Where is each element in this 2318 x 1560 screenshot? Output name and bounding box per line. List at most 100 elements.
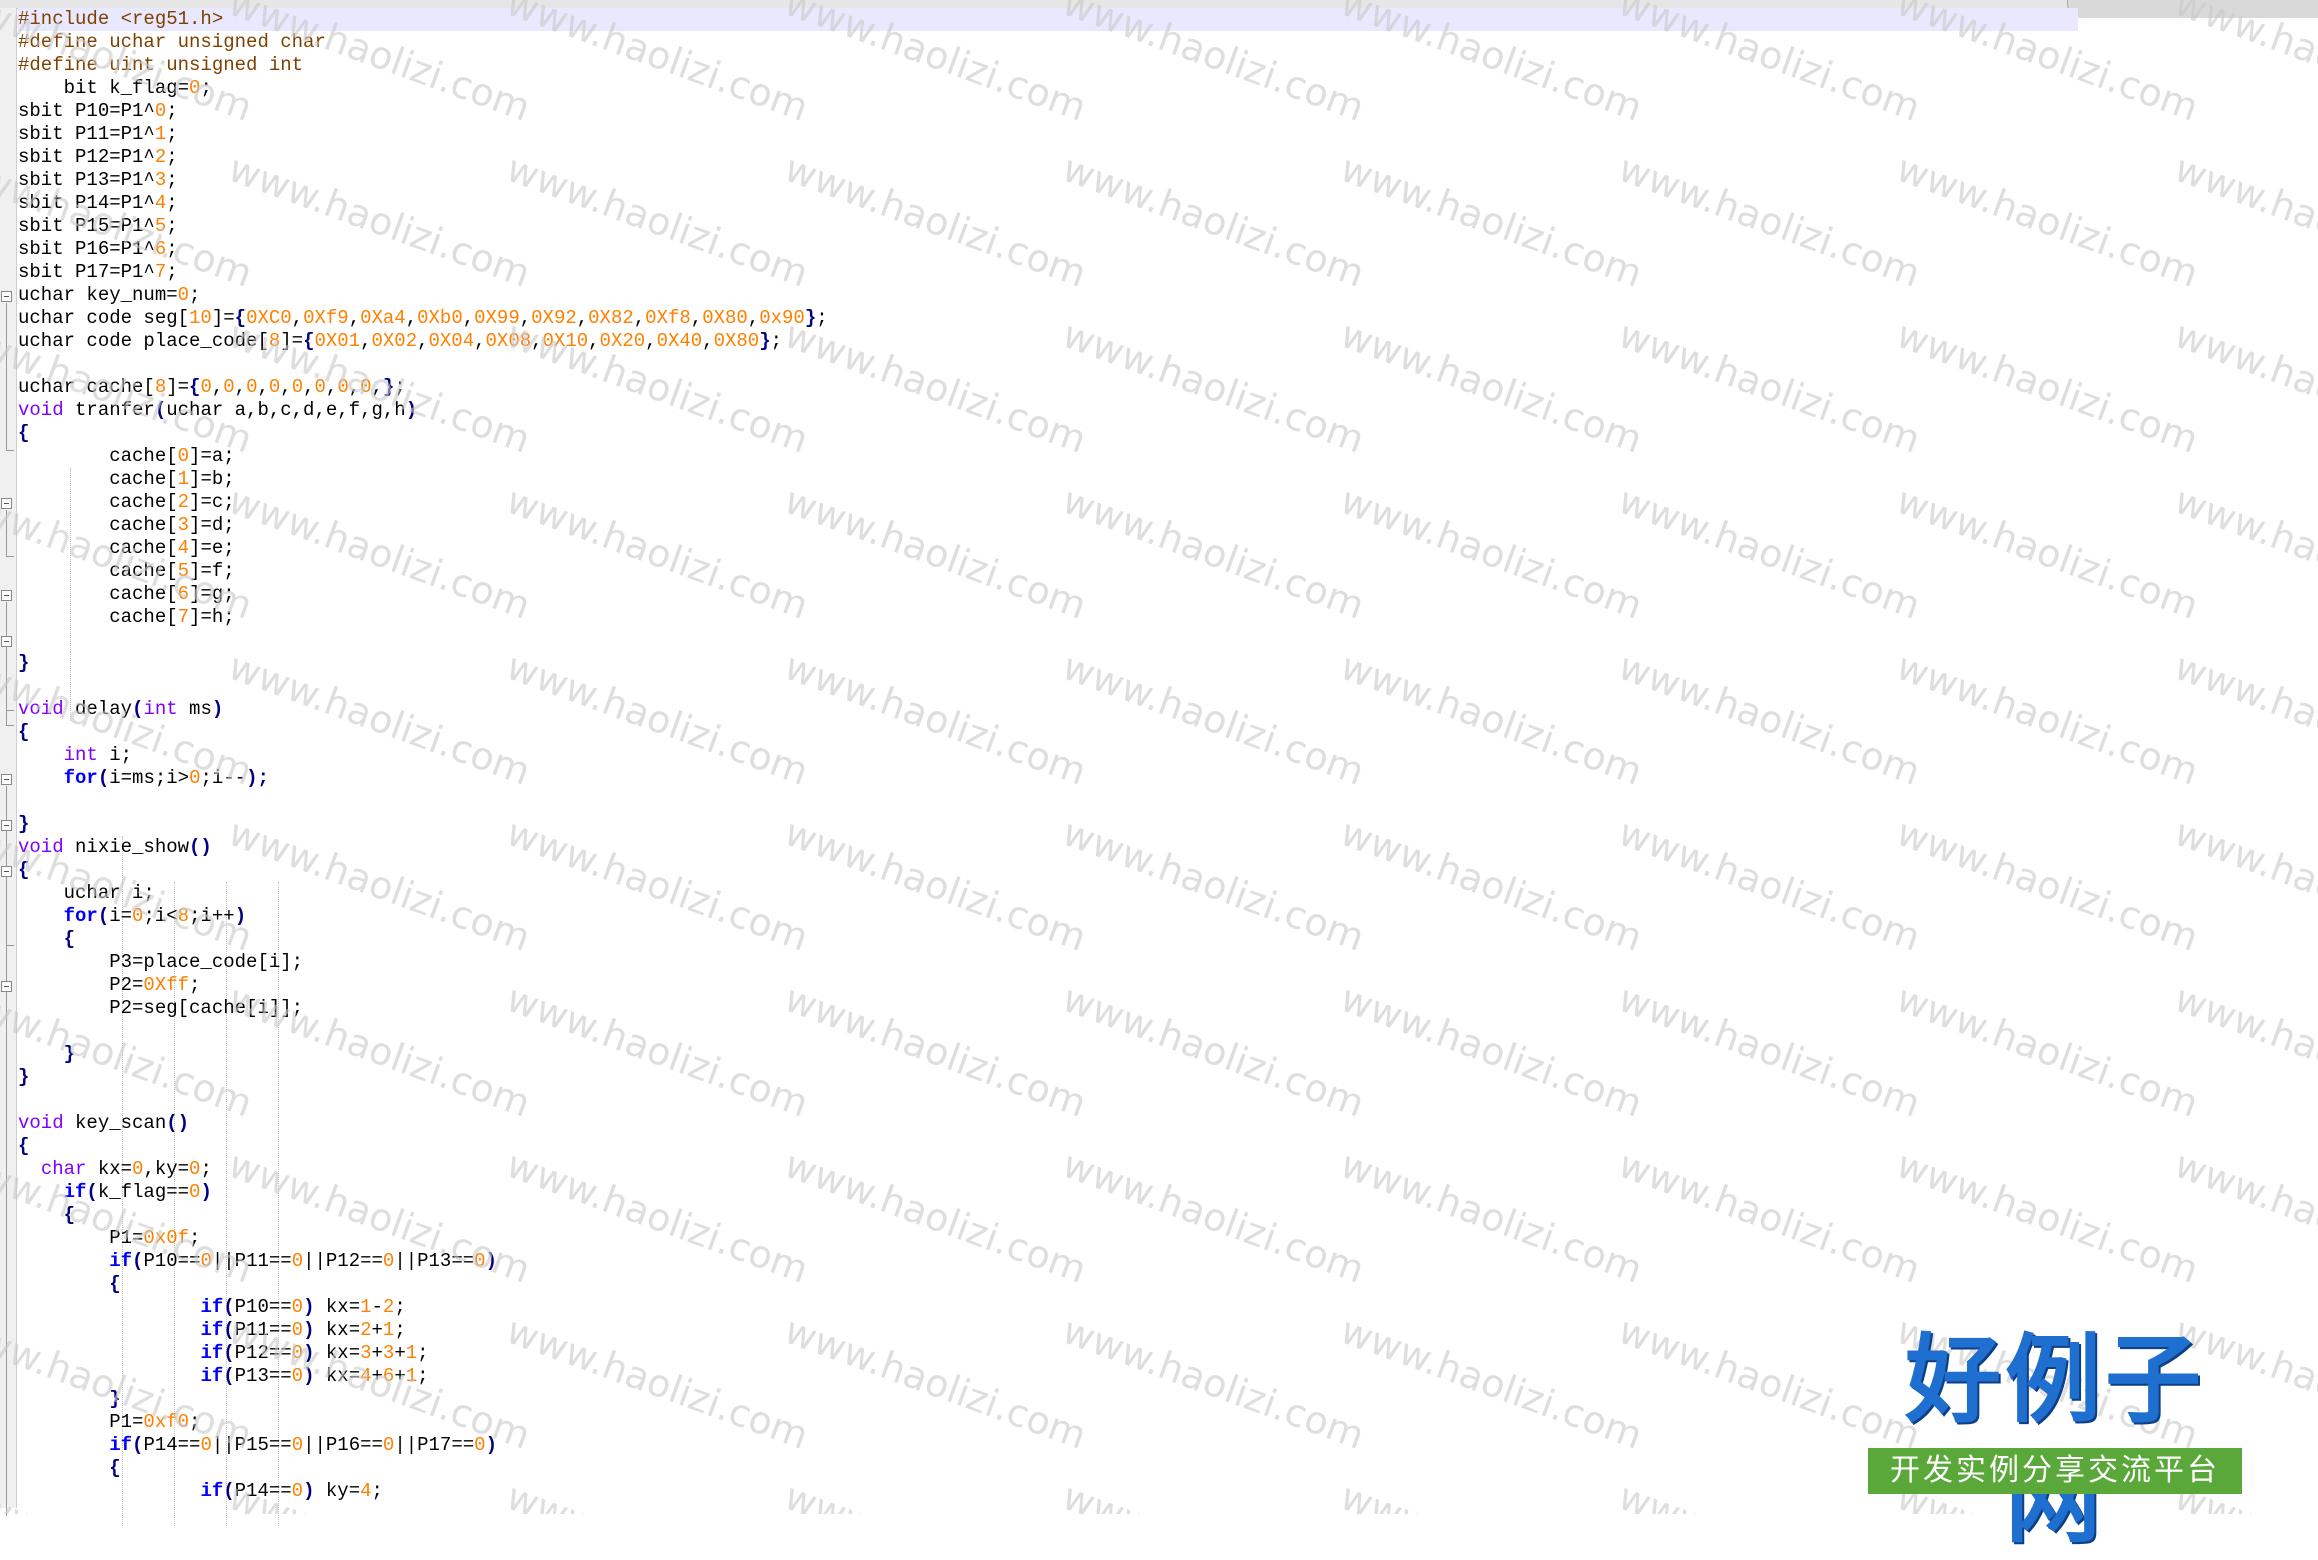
- code-token: 0: [200, 1250, 212, 1272]
- code-token: kx=: [314, 1296, 361, 1318]
- code-token: for: [63, 767, 98, 789]
- code-line[interactable]: }: [18, 652, 828, 675]
- code-line[interactable]: bit k_flag=0;: [18, 77, 828, 100]
- code-line[interactable]: if(P10==0||P11==0||P12==0||P13==0): [18, 1250, 828, 1273]
- code-token: 0: [291, 1365, 304, 1387]
- code-line[interactable]: if(k_flag==0): [18, 1181, 828, 1204]
- code-token: }: [18, 813, 30, 835]
- code-token: ;: [189, 1227, 201, 1249]
- code-line[interactable]: {: [18, 1135, 828, 1158]
- code-line[interactable]: uchar i;: [18, 882, 828, 905]
- code-token: ;: [166, 192, 178, 214]
- code-line[interactable]: P1=0x0f;: [18, 1227, 828, 1250]
- code-line[interactable]: {: [18, 721, 828, 744]
- code-token: +: [394, 1365, 406, 1387]
- code-line[interactable]: if(P10==0) kx=1-2;: [18, 1296, 828, 1319]
- code-token: 0: [189, 1181, 201, 1203]
- code-line[interactable]: void delay(int ms): [18, 698, 828, 721]
- code-token: cache[: [18, 445, 178, 467]
- code-line[interactable]: sbit P16=P1^6;: [18, 238, 828, 261]
- code-line[interactable]: cache[3]=d;: [18, 514, 828, 537]
- code-line[interactable]: cache[5]=f;: [18, 560, 828, 583]
- code-line[interactable]: }: [18, 1388, 828, 1411]
- code-editor[interactable]: #include <reg51.h> #define uchar unsigned…: [18, 8, 2318, 1526]
- code-line[interactable]: {: [18, 1273, 828, 1296]
- code-line[interactable]: {: [18, 859, 828, 882]
- code-line[interactable]: uchar key_num=0;: [18, 284, 828, 307]
- code-line[interactable]: #define uint unsigned int: [18, 54, 828, 77]
- fold-toggle-icon[interactable]: [1, 590, 12, 601]
- code-token: ,: [291, 307, 304, 329]
- code-line[interactable]: if(P14==0||P15==0||P16==0||P17==0): [18, 1434, 828, 1457]
- code-token: 0Xb0: [417, 307, 463, 329]
- code-line[interactable]: [18, 675, 828, 698]
- fold-margin[interactable]: [0, 8, 17, 1516]
- code-token: 6: [177, 583, 190, 605]
- code-line[interactable]: cache[6]=g;: [18, 583, 828, 606]
- code-line[interactable]: for(i=0;i<8;i++): [18, 905, 828, 928]
- code-line[interactable]: P2=0Xff;: [18, 974, 828, 997]
- fold-toggle-icon[interactable]: [1, 820, 12, 831]
- code-line[interactable]: if(P12==0) kx=3+3+1;: [18, 1342, 828, 1365]
- code-token: {: [18, 422, 30, 444]
- code-line[interactable]: }: [18, 1066, 828, 1089]
- code-line[interactable]: {: [18, 928, 828, 951]
- code-line[interactable]: sbit P14=P1^4;: [18, 192, 828, 215]
- code-line[interactable]: }: [18, 813, 828, 836]
- code-line[interactable]: cache[2]=c;: [18, 491, 828, 514]
- code-line[interactable]: sbit P10=P1^0;: [18, 100, 828, 123]
- code-line[interactable]: #include <reg51.h>: [18, 8, 828, 31]
- code-token: ms: [177, 698, 212, 720]
- code-line[interactable]: if(P14==0) ky=4;: [18, 1480, 828, 1503]
- code-line[interactable]: void key_scan(): [18, 1112, 828, 1135]
- code-line[interactable]: [18, 629, 828, 652]
- code-line[interactable]: #define uchar unsigned char: [18, 31, 828, 54]
- code-line[interactable]: cache[7]=h;: [18, 606, 828, 629]
- code-line[interactable]: uchar cache[8]={0,0,0,0,0,0,0,0,};: [18, 376, 828, 399]
- code-line[interactable]: sbit P11=P1^1;: [18, 123, 828, 146]
- code-token: 1: [177, 468, 190, 490]
- code-line[interactable]: char kx=0,ky=0;: [18, 1158, 828, 1181]
- code-line[interactable]: [18, 1089, 828, 1112]
- code-line[interactable]: void tranfer(uchar a,b,c,d,e,f,g,h): [18, 399, 828, 422]
- code-line[interactable]: [18, 1020, 828, 1043]
- code-line[interactable]: {: [18, 1457, 828, 1480]
- code-line[interactable]: {: [18, 1204, 828, 1227]
- code-line[interactable]: cache[0]=a;: [18, 445, 828, 468]
- code-line[interactable]: P1=0xf0;: [18, 1411, 828, 1434]
- code-token: ||P11==: [211, 1250, 292, 1272]
- code-token: 0X80: [702, 307, 748, 329]
- code-line[interactable]: }: [18, 1043, 828, 1066]
- fold-toggle-icon[interactable]: [1, 498, 12, 509]
- code-line[interactable]: uchar code place_code[8]={0X01,0X02,0X04…: [18, 330, 828, 353]
- fold-toggle-icon[interactable]: [1, 636, 12, 647]
- code-line[interactable]: sbit P12=P1^2;: [18, 146, 828, 169]
- code-line[interactable]: [18, 353, 828, 376]
- code-token: 0x0f: [143, 1227, 190, 1249]
- fold-toggle-icon[interactable]: [1, 981, 12, 992]
- fold-toggle-icon[interactable]: [1, 291, 12, 302]
- fold-toggle-icon[interactable]: [1, 774, 12, 785]
- code-token: 0X08: [485, 330, 532, 352]
- code-line[interactable]: sbit P15=P1^5;: [18, 215, 828, 238]
- code-line[interactable]: void nixie_show(): [18, 836, 828, 859]
- code-line[interactable]: cache[4]=e;: [18, 537, 828, 560]
- code-line[interactable]: uchar code seg[10]={0XC0,0Xf9,0Xa4,0Xb0,…: [18, 307, 828, 330]
- code-token: ,: [417, 330, 429, 352]
- code-line[interactable]: int i;: [18, 744, 828, 767]
- code-token: uchar cache[: [18, 376, 155, 398]
- code-line[interactable]: cache[1]=b;: [18, 468, 828, 491]
- code-line[interactable]: sbit P17=P1^7;: [18, 261, 828, 284]
- code-line[interactable]: P3=place_code[i];: [18, 951, 828, 974]
- code-line[interactable]: {: [18, 422, 828, 445]
- code-line[interactable]: [18, 790, 828, 813]
- code-line[interactable]: sbit P13=P1^3;: [18, 169, 828, 192]
- fold-toggle-icon[interactable]: [1, 866, 12, 877]
- code-line[interactable]: P2=seg[cache[i]];: [18, 997, 828, 1020]
- code-line[interactable]: for(i=ms;i>0;i--);: [18, 767, 828, 790]
- code-token: 0: [189, 767, 201, 789]
- code-line[interactable]: if(P11==0) kx=2+1;: [18, 1319, 828, 1342]
- code-token: (: [154, 399, 167, 421]
- code-line[interactable]: if(P13==0) kx=4+6+1;: [18, 1365, 828, 1388]
- code-text[interactable]: #include <reg51.h> #define uchar unsigned…: [18, 8, 828, 1503]
